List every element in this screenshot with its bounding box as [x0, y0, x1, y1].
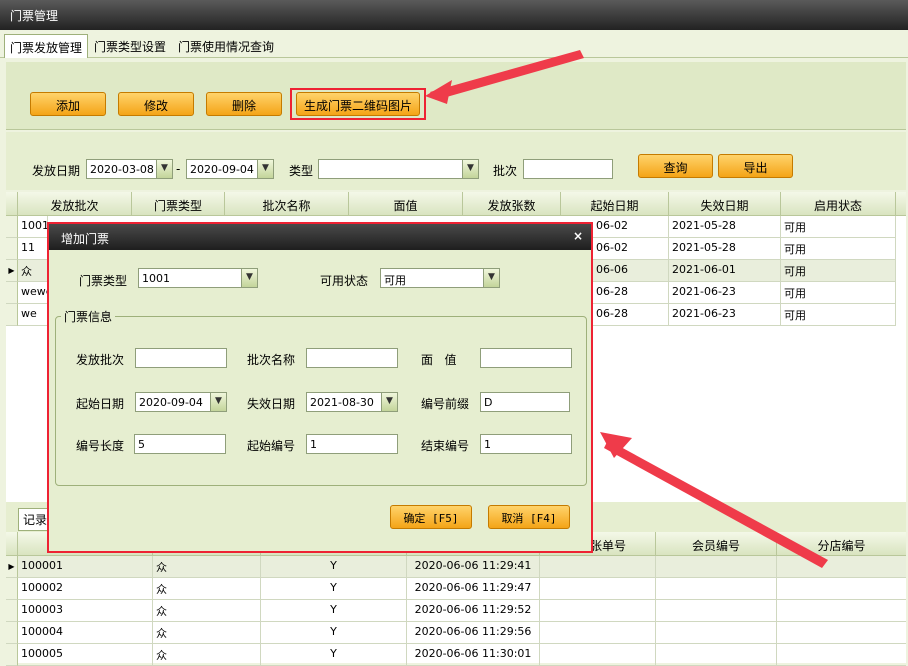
prefix-input[interactable]: D — [480, 392, 570, 412]
end-no-input[interactable]: 1 — [480, 434, 572, 454]
batch-label: 发放批次 — [76, 353, 125, 367]
end-date-label: 失效日期 — [247, 397, 296, 411]
chevron-down-icon: ▼ — [241, 269, 257, 287]
cancel-button[interactable]: 取消 [F4] — [488, 505, 570, 529]
end-date-value: 2021-08-30 — [310, 396, 374, 409]
ticket-type-label: 门票类型 — [79, 274, 128, 288]
batch-name-label: 批次名称 — [247, 353, 296, 367]
ticket-info-group: 门票信息 发放批次 批次名称 面 值 起始日期 2020-09-04 ▼ 失效日期… — [55, 308, 587, 486]
chevron-down-icon: ▼ — [210, 393, 226, 411]
arrow-to-dialog — [604, 440, 828, 568]
length-label: 编号长度 — [76, 439, 125, 453]
chevron-down-icon: ▼ — [483, 269, 499, 287]
status-value: 可用 — [384, 274, 406, 287]
batch-name-input[interactable] — [306, 348, 398, 368]
batch-input[interactable] — [135, 348, 227, 368]
status-select[interactable]: 可用 ▼ — [380, 268, 500, 288]
chevron-down-icon: ▼ — [381, 393, 397, 411]
ticket-type-select[interactable]: 1001 ▼ — [138, 268, 258, 288]
group-title: 门票信息 — [61, 308, 116, 325]
add-ticket-dialog: 增加门票 × 门票类型 1001 ▼ 可用状态 可用 ▼ 门票信息 发放批次 批次名… — [47, 222, 593, 553]
face-value-input[interactable] — [480, 348, 572, 368]
start-date-select[interactable]: 2020-09-04 ▼ — [135, 392, 227, 412]
ticket-type-value: 1001 — [142, 272, 170, 285]
prefix-label: 编号前缀 — [421, 397, 470, 411]
arrow-head-icon — [425, 80, 452, 104]
start-date-label: 起始日期 — [76, 397, 125, 411]
dialog-title: 增加门票 — [49, 224, 591, 250]
start-no-input[interactable]: 1 — [306, 434, 398, 454]
status-label: 可用状态 — [320, 274, 369, 288]
arrow-to-qr-button — [430, 50, 584, 100]
end-date-select[interactable]: 2021-08-30 ▼ — [306, 392, 398, 412]
end-no-label: 结束编号 — [421, 439, 470, 453]
start-no-label: 起始编号 — [247, 439, 296, 453]
face-value-label: 面 值 — [421, 353, 457, 367]
length-input[interactable]: 5 — [134, 434, 226, 454]
ok-button[interactable]: 确定 [F5] — [390, 505, 472, 529]
close-icon[interactable]: × — [573, 229, 583, 243]
start-date-value: 2020-09-04 — [139, 396, 203, 409]
